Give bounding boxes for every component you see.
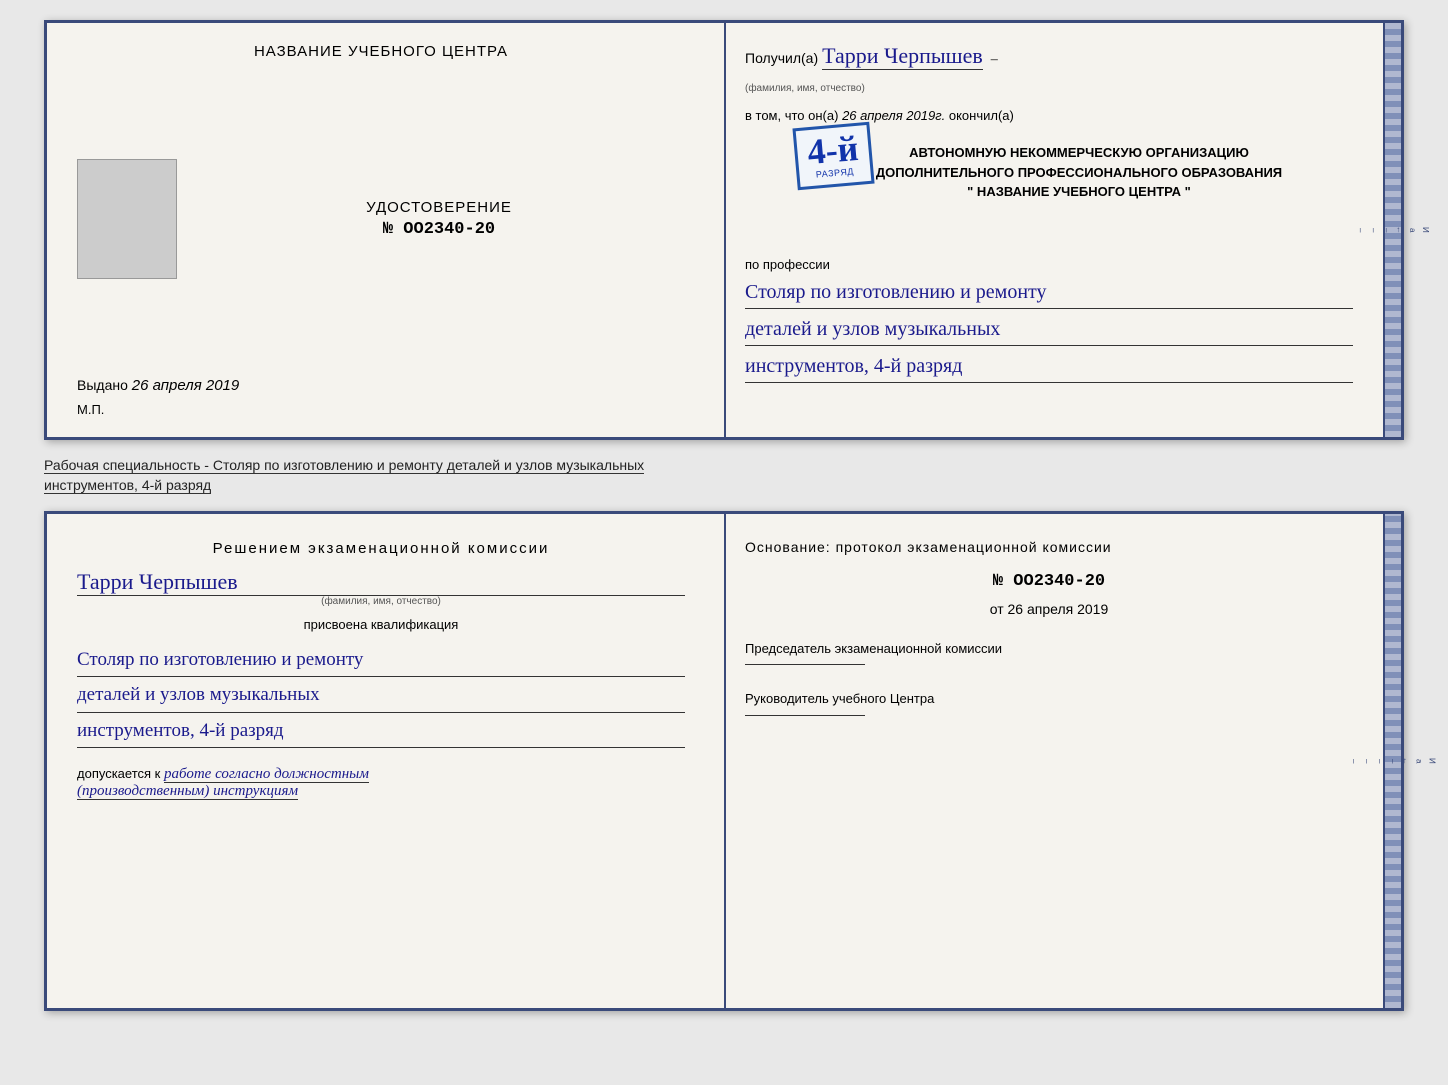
basis-title: Основание: протокол экзаменационной коми… [745, 538, 1353, 558]
subtitle-text2: инструментов, 4-й разряд [44, 477, 211, 494]
cert-center-block: УДОСТОВЕРЕНИЕ № OO2340-20 [77, 159, 685, 279]
top-document: НАЗВАНИЕ УЧЕБНОГО ЦЕНТРА УДОСТОВЕРЕНИЕ №… [44, 20, 1404, 440]
center-name-label: НАЗВАНИЕ УЧЕБНОГО ЦЕНТРА [254, 43, 508, 60]
protocol-date-value: 26 апреля 2019 [1008, 601, 1109, 617]
decision-title: Решением экзаменационной комиссии [77, 538, 685, 559]
fio-subtitle-text: (фамилия, имя, отчество) [745, 83, 865, 94]
cert-title-block: УДОСТОВЕРЕНИЕ № OO2340-20 [193, 199, 685, 239]
qual-line2: деталей и узлов музыкальных [77, 679, 685, 712]
completed-date: 26 апреля 2019г. [842, 108, 945, 123]
chairman-block: Председатель экзаменационной комиссии [745, 639, 1353, 672]
bottom-fio-subtitle: (фамилия, имя, отчество) [77, 596, 685, 607]
chairman-signature-line [745, 664, 865, 665]
issued-line: Выдано 26 апреля 2019 [77, 377, 685, 394]
cert-label: УДОСТОВЕРЕНИЕ [366, 199, 512, 216]
received-label: Получил(а) [745, 50, 818, 66]
stamp-number: 4-й [806, 130, 860, 170]
allowed-text: работе согласно должностным [164, 766, 369, 783]
stamp-box: 4-й разряд [792, 122, 874, 190]
bottom-person-block: Тарри Черпышев (фамилия, имя, отчество) [77, 569, 685, 607]
completed-block: в том, что он(а) 26 апреля 2019г. окончи… [745, 108, 1353, 123]
recipient-block: Получил(а) Тарри Черпышев – [745, 43, 1353, 70]
allowed-block: допускается к работе согласно должностны… [77, 766, 685, 800]
fio-subtitle-top: (фамилия, имя, отчество) [745, 78, 1353, 96]
chairman-label: Председатель экзаменационной комиссии [745, 641, 1002, 656]
in-that-label: в том, что он(а) [745, 108, 838, 123]
issued-label: Выдано [77, 377, 128, 393]
allowed-label: допускается к [77, 766, 160, 781]
qual-line3: инструментов, 4-й разряд [77, 715, 685, 748]
qual-line1: Столяр по изготовлению и ремонту [77, 644, 685, 677]
bottom-right-strip: И а ← – – – – [1383, 514, 1401, 1008]
top-right-strip: И а ← – – – [1383, 23, 1401, 437]
bottom-person-name: Тарри Черпышев [77, 569, 685, 596]
top-left-page: НАЗВАНИЕ УЧЕБНОГО ЦЕНТРА УДОСТОВЕРЕНИЕ №… [47, 23, 715, 437]
photo-placeholder [77, 159, 177, 279]
profession-line1: Столяр по изготовлению и ремонту [745, 276, 1353, 309]
stamp-org-block: 4-й разряд АВТОНОМНУЮ НЕКОММЕРЧЕСКУЮ ОРГ… [745, 135, 1353, 225]
cert-number: № OO2340-20 [383, 220, 495, 239]
director-signature-line [745, 715, 865, 716]
mp-label: М.П. [77, 402, 685, 417]
completed-label: окончил(а) [949, 108, 1014, 123]
allowed-text2: (производственным) инструкциям [77, 783, 298, 800]
issued-block: Выдано 26 апреля 2019 М.П. [77, 377, 685, 417]
protocol-date: от 26 апреля 2019 [745, 601, 1353, 617]
top-right-page: Получил(а) Тарри Черпышев – (фамилия, им… [715, 23, 1383, 437]
org-line3: " НАЗВАНИЕ УЧЕБНОГО ЦЕНТРА " [805, 182, 1353, 202]
center-name-block: НАЗВАНИЕ УЧЕБНОГО ЦЕНТРА [77, 43, 685, 61]
profession-line3: инструментов, 4-й разряд [745, 350, 1353, 383]
issued-date: 26 апреля 2019 [132, 377, 239, 394]
org-line1: АВТОНОМНУЮ НЕКОММЕРЧЕСКУЮ ОРГАНИЗАЦИЮ [805, 143, 1353, 163]
profession-line2: деталей и узлов музыкальных [745, 313, 1353, 346]
profession-label: по профессии [745, 257, 1353, 272]
bottom-left-page: Решением экзаменационной комиссии Тарри … [47, 514, 715, 1008]
bottom-document: Решением экзаменационной комиссии Тарри … [44, 511, 1404, 1011]
director-label: Руководитель учебного Центра [745, 691, 934, 706]
doc-subtitle: Рабочая специальность - Столяр по изгото… [44, 456, 1404, 495]
subtitle-text1: Рабочая специальность - Столяр по изгото… [44, 457, 644, 474]
protocol-date-prefix: от [990, 601, 1004, 617]
protocol-number: № OO2340-20 [745, 572, 1353, 591]
assigned-label: присвоена квалификация [77, 617, 685, 632]
bottom-right-page: Основание: протокол экзаменационной коми… [715, 514, 1383, 1008]
recipient-name: Тарри Черпышев [822, 43, 983, 70]
org-line2: ДОПОЛНИТЕЛЬНОГО ПРОФЕССИОНАЛЬНОГО ОБРАЗО… [805, 163, 1353, 183]
director-block: Руководитель учебного Центра [745, 689, 1353, 722]
qual-block: Столяр по изготовлению и ремонту деталей… [77, 642, 685, 748]
profession-block: по профессии Столяр по изготовлению и ре… [745, 247, 1353, 383]
